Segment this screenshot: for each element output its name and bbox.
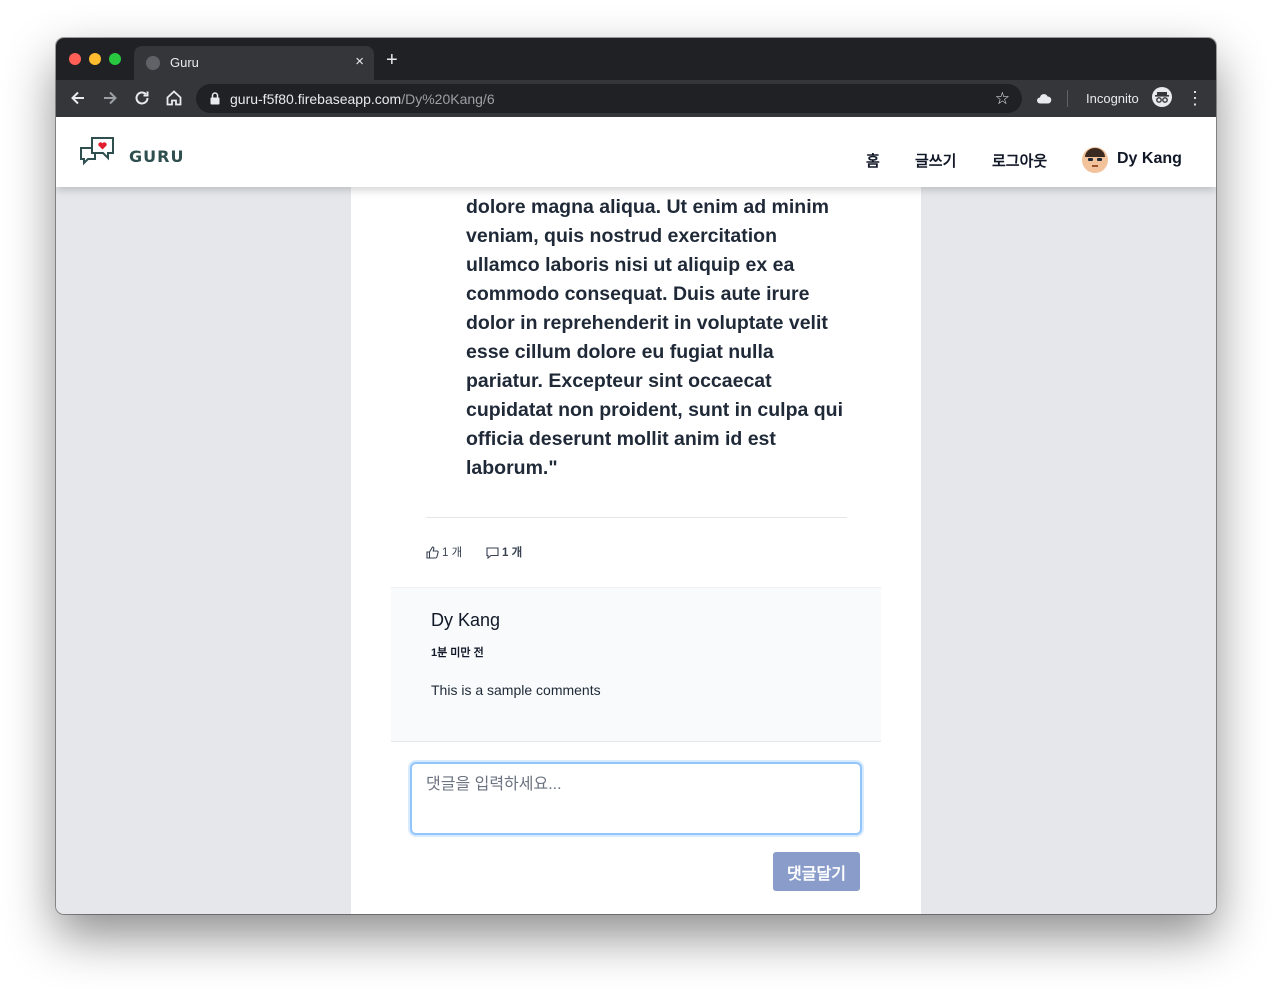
comment-time: 1분 미만 전 (431, 647, 484, 659)
post-card: dolore magna aliqua. Ut enim ad minim ve… (351, 117, 921, 914)
chat-heart-logo-icon[interactable] (78, 136, 116, 172)
avatar[interactable] (1082, 147, 1108, 173)
lock-icon (210, 92, 220, 105)
user-name[interactable]: Dy Kang (1117, 150, 1182, 168)
cloud-icon[interactable] (1036, 91, 1052, 107)
tab-strip: Guru × + (56, 38, 1216, 80)
submit-comment-button[interactable]: 댓글달기 (773, 852, 860, 891)
tab-close-icon[interactable]: × (355, 53, 364, 70)
minimize-window-button[interactable] (89, 53, 101, 65)
address-bar[interactable]: guru-f5f80.firebaseapp.com/Dy%20Kang/6 ☆ (196, 84, 1022, 113)
browser-tab[interactable]: Guru × (134, 46, 374, 80)
new-tab-button[interactable]: + (386, 50, 398, 70)
back-icon[interactable] (68, 88, 88, 108)
reload-icon[interactable] (132, 88, 152, 108)
browser-toolbar: guru-f5f80.firebaseapp.com/Dy%20Kang/6 ☆… (56, 80, 1216, 117)
bookmark-star-icon[interactable]: ☆ (995, 89, 1010, 109)
comment-bubble-icon (486, 546, 499, 559)
home-icon[interactable] (164, 88, 184, 108)
like-stat[interactable]: 1 개 (426, 544, 462, 560)
thumbs-up-icon (426, 545, 439, 559)
zoom-window-button[interactable] (109, 53, 121, 65)
divider (426, 517, 847, 518)
comment-text: This is a sample comments (431, 682, 601, 698)
globe-icon (146, 56, 160, 70)
url-text: guru-f5f80.firebaseapp.com/Dy%20Kang/6 (230, 91, 495, 107)
nav-home-link[interactable]: 홈 (866, 150, 880, 171)
close-window-button[interactable] (69, 53, 81, 65)
menu-kebab-icon[interactable]: ⋮ (1186, 88, 1204, 108)
forward-icon[interactable] (100, 88, 120, 108)
comment-author[interactable]: Dy Kang (431, 610, 500, 631)
incognito-label: Incognito (1086, 91, 1139, 106)
comment-count: 1 개 (502, 547, 523, 559)
comment-stat[interactable]: 1 개 (486, 544, 522, 560)
site-header: GURU 홈 글쓰기 로그아웃 Dy Kang (56, 117, 1216, 187)
nav-write-link[interactable]: 글쓰기 (915, 150, 956, 171)
page-viewport: GURU 홈 글쓰기 로그아웃 Dy Kang dolore magna ali… (56, 117, 1216, 914)
logo-text[interactable]: GURU (129, 147, 184, 166)
tab-title: Guru (170, 55, 199, 70)
incognito-icon[interactable] (1152, 87, 1172, 107)
comment-item: Dy Kang 1분 미만 전 This is a sample comment… (391, 587, 881, 742)
toolbar-separator (1067, 90, 1068, 107)
post-body: dolore magna aliqua. Ut enim ad minim ve… (466, 196, 843, 479)
comment-input[interactable] (410, 762, 862, 835)
like-count: 1 개 (442, 547, 463, 559)
browser-window: Guru × + guru-f5f80.firebaseapp.com/Dy%2… (56, 38, 1216, 914)
nav-logout-link[interactable]: 로그아웃 (992, 150, 1047, 171)
